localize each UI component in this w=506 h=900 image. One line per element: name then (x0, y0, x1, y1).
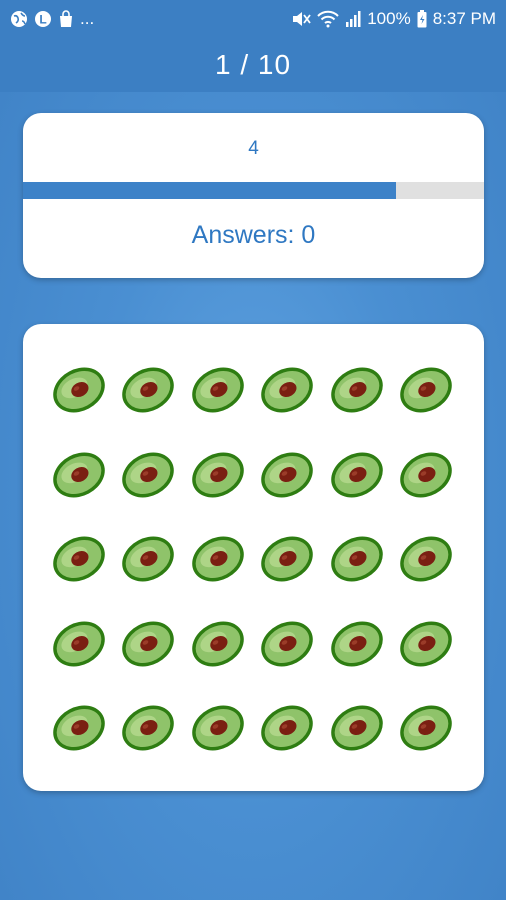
timer-progress-bar (23, 182, 484, 199)
avocado-grid (51, 362, 454, 755)
svg-text:L: L (39, 13, 46, 27)
avocado-icon[interactable] (51, 362, 107, 417)
avocado-icon[interactable] (398, 531, 454, 586)
bag-icon (58, 10, 74, 28)
signal-icon (345, 10, 361, 28)
avocado-icon[interactable] (51, 531, 107, 586)
avocado-icon[interactable] (120, 531, 176, 586)
timer-progress-fill (23, 182, 397, 199)
avocado-icon[interactable] (190, 447, 246, 502)
avocado-grid-card (23, 324, 484, 791)
avocado-icon[interactable] (259, 616, 315, 671)
avocado-icon[interactable] (190, 531, 246, 586)
answers-count: Answers: 0 (191, 221, 316, 249)
question-counter: 1 / 10 (214, 49, 292, 80)
status-left: L ... (10, 9, 94, 29)
status-right: 100% 8:37 PM (291, 9, 496, 29)
avocado-icon[interactable] (51, 700, 107, 755)
avocado-icon[interactable] (329, 700, 385, 755)
countdown-value: 4 (248, 138, 259, 159)
avocado-icon[interactable] (51, 616, 107, 671)
avocado-icon[interactable] (190, 362, 246, 417)
battery-percent: 100% (367, 9, 411, 28)
notification-more: ... (80, 9, 95, 28)
battery-icon (417, 10, 427, 28)
avocado-icon[interactable] (120, 362, 176, 417)
mute-icon (291, 10, 311, 28)
status-bar: L ... 100% 8:37 PM (0, 0, 506, 38)
avocado-icon[interactable] (259, 700, 315, 755)
avocado-icon[interactable] (259, 531, 315, 586)
avocado-icon[interactable] (259, 447, 315, 502)
avocado-icon[interactable] (329, 447, 385, 502)
avocado-icon[interactable] (120, 616, 176, 671)
avocado-icon[interactable] (329, 531, 385, 586)
avocado-icon[interactable] (398, 447, 454, 502)
l-badge-icon: L (34, 10, 52, 28)
avocado-icon[interactable] (51, 447, 107, 502)
avocado-icon[interactable] (190, 700, 246, 755)
avocado-icon[interactable] (329, 362, 385, 417)
avocado-icon[interactable] (398, 362, 454, 417)
avocado-icon[interactable] (190, 616, 246, 671)
clock: 8:37 PM (432, 9, 496, 28)
progress-card: 4 Answers: 0 (23, 113, 484, 278)
avocado-icon[interactable] (329, 616, 385, 671)
app-header: 1 / 10 (0, 38, 506, 92)
globe-icon (10, 10, 28, 28)
avocado-icon[interactable] (120, 700, 176, 755)
avocado-icon[interactable] (398, 616, 454, 671)
wifi-icon (317, 10, 339, 28)
avocado-icon[interactable] (259, 362, 315, 417)
avocado-icon[interactable] (398, 700, 454, 755)
avocado-icon[interactable] (120, 447, 176, 502)
